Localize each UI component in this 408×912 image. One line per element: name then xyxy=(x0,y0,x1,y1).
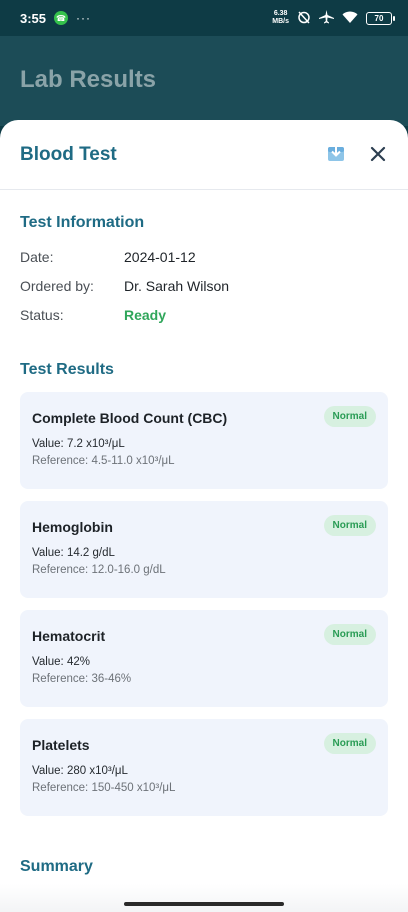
more-notifications-icon: ··· xyxy=(76,11,92,25)
sheet-header: Blood Test xyxy=(0,120,408,190)
status-badge: Normal xyxy=(323,515,376,536)
result-card-platelets[interactable]: Platelets Normal Value: 280 x10³/μL Refe… xyxy=(20,719,388,816)
status-bar: 3:55 ☎ ··· 6.38 MB/s 70 xyxy=(0,0,408,36)
result-reference: Reference: 12.0-16.0 g/dL xyxy=(32,564,166,576)
test-information-title: Test Information xyxy=(20,214,145,231)
status-badge: Normal xyxy=(323,733,376,754)
result-reference: Reference: 150-450 x10³/μL xyxy=(32,782,176,794)
test-results-title: Test Results xyxy=(20,361,114,378)
alarm-off-icon xyxy=(297,10,311,26)
result-card-hemoglobin[interactable]: Hemoglobin Normal Value: 14.2 g/dL Refer… xyxy=(20,501,388,598)
result-card-hematocrit[interactable]: Hematocrit Normal Value: 42% Reference: … xyxy=(20,610,388,707)
result-value: Value: 42% xyxy=(32,656,90,668)
sheet-title: Blood Test xyxy=(20,143,117,165)
close-button[interactable] xyxy=(368,145,388,165)
result-reference: Reference: 4.5-11.0 x10³/μL xyxy=(32,455,175,467)
result-value: Value: 7.2 x10³/μL xyxy=(32,438,125,450)
wifi-icon xyxy=(342,11,358,26)
result-card-cbc[interactable]: Complete Blood Count (CBC) Normal Value:… xyxy=(20,392,388,489)
download-button[interactable] xyxy=(326,142,346,167)
info-value: Dr. Sarah Wilson xyxy=(124,277,230,294)
info-label: Status: xyxy=(20,306,64,323)
download-icon xyxy=(327,142,345,167)
close-icon xyxy=(370,144,386,166)
blood-test-sheet: Blood Test Test Information Date: 2024-0… xyxy=(0,120,408,912)
status-badge: Normal xyxy=(323,624,376,645)
info-value: 2024-01-12 xyxy=(124,248,196,265)
battery-icon: 70 xyxy=(366,11,395,25)
bottom-fade xyxy=(0,884,408,912)
info-row-status: Status: Ready xyxy=(0,300,408,329)
result-value: Value: 14.2 g/dL xyxy=(32,547,115,559)
info-row-date: Date: 2024-01-12 xyxy=(0,242,408,271)
result-reference: Reference: 36-46% xyxy=(32,673,132,685)
status-time: 3:55 xyxy=(20,10,47,26)
app-header: Lab Results xyxy=(0,36,408,126)
home-indicator[interactable] xyxy=(124,902,284,906)
whatsapp-icon: ☎ xyxy=(54,11,69,25)
network-speed: 6.38 MB/s xyxy=(272,10,289,25)
airplane-icon xyxy=(319,10,334,26)
page-title: Lab Results xyxy=(20,66,157,93)
status-value: Ready xyxy=(124,306,167,323)
result-value: Value: 280 x10³/μL xyxy=(32,765,128,777)
summary-title: Summary xyxy=(20,858,93,875)
info-label: Ordered by: xyxy=(20,277,94,294)
status-badge: Normal xyxy=(323,406,376,427)
info-label: Date: xyxy=(20,248,54,265)
info-row-ordered-by: Ordered by: Dr. Sarah Wilson xyxy=(0,271,408,300)
